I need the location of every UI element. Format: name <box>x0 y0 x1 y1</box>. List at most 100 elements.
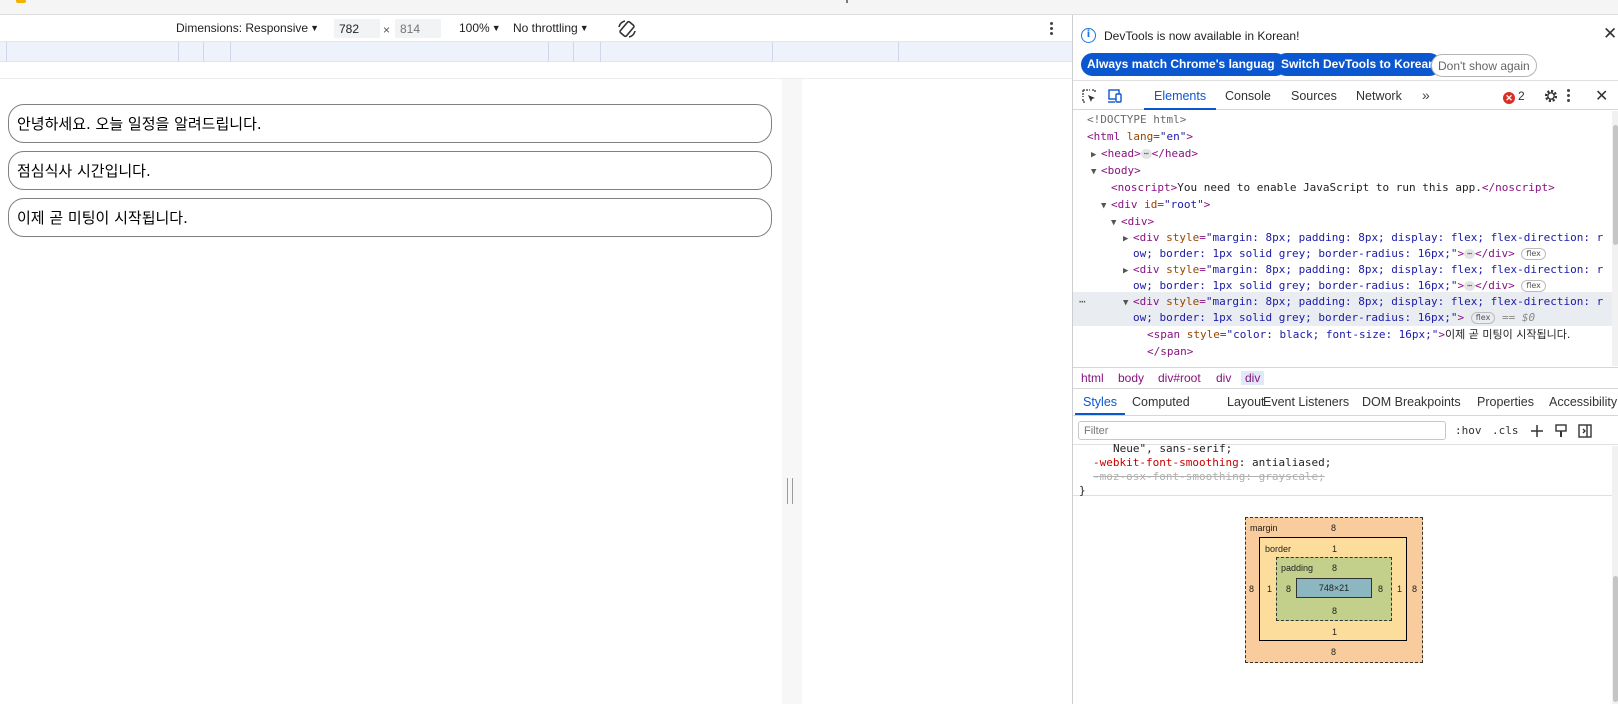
border-right-value[interactable]: 1 <box>1397 584 1402 594</box>
class-toggle[interactable]: .cls <box>1492 424 1519 437</box>
padding-bottom-value[interactable]: 8 <box>1332 606 1337 616</box>
tab-layout[interactable]: Layout <box>1227 395 1265 409</box>
collapse-triangle-icon: ▼ <box>1091 167 1097 177</box>
media-query-bar[interactable] <box>0 42 1072 62</box>
padding-top-value[interactable]: 8 <box>1332 563 1337 573</box>
add-rule-icon[interactable] <box>1529 423 1545 439</box>
error-counter[interactable]: ✕ 2 <box>1503 89 1525 104</box>
caret-down-icon: ▼ <box>579 23 589 33</box>
tab-elements[interactable]: Elements <box>1143 82 1217 110</box>
message-text: 점심식사 시간입니다. <box>17 162 151 180</box>
tab-console[interactable]: Console <box>1225 82 1271 110</box>
tree-line[interactable]: ▶ <head> ⋯ </head> <box>1091 145 1198 162</box>
tab-styles[interactable]: Styles <box>1074 395 1126 415</box>
padding-left-value[interactable]: 8 <box>1286 584 1291 594</box>
throttling-dropdown[interactable]: No throttling ▼ <box>513 21 589 35</box>
border-top-value[interactable]: 1 <box>1332 544 1337 554</box>
browser-window: Dimensions: Responsive▼ × 100%▼ No throt… <box>0 0 1618 704</box>
ruler-strip <box>0 62 1072 79</box>
css-rules-panel: Neue", sans-serif; -webkit-font-smoothin… <box>1073 442 1618 497</box>
tree-line[interactable]: </span> <box>1147 343 1193 360</box>
tab-indicator <box>846 0 848 3</box>
css-declaration-overridden[interactable]: -moz-osx-font-smoothing: grayscale; <box>1093 470 1325 483</box>
message-text: 안녕하세요. 오늘 일정을 알려드립니다. <box>17 115 262 133</box>
zoom-dropdown[interactable]: 100% ▼ <box>459 21 501 35</box>
dont-show-again-button[interactable]: Don't show again <box>1431 54 1537 77</box>
tree-line[interactable]: ▼ <div> <box>1111 213 1154 230</box>
border-left-value[interactable]: 1 <box>1267 584 1272 594</box>
tree-line[interactable]: <html lang="en"> <box>1087 128 1193 145</box>
box-model-content[interactable]: 748×21 <box>1296 578 1372 598</box>
device-toolbar-icon[interactable] <box>1107 88 1123 104</box>
border-bottom-value[interactable]: 1 <box>1332 627 1337 637</box>
message-card: 이제 곧 미팅이 시작됩니다. <box>8 198 772 237</box>
tree-line[interactable]: ▶ <div style="margin: 8px; padding: 8px; … <box>1123 261 1603 278</box>
tab-network[interactable]: Network <box>1356 82 1402 110</box>
more-tabs-icon[interactable]: » <box>1422 87 1430 103</box>
breadcrumb-body[interactable]: body <box>1118 371 1144 385</box>
tree-line[interactable]: <span style="color: black; font-size: 16… <box>1147 326 1570 343</box>
breadcrumb-div[interactable]: div <box>1216 371 1231 385</box>
flex-badge: flex <box>1521 248 1546 260</box>
devtools-tab-bar: Elements Console Sources Network » ✕ 2 ✕ <box>1073 82 1618 110</box>
expand-triangle-icon: ▶ <box>1123 234 1129 244</box>
hover-state-toggle[interactable]: :hov <box>1455 424 1482 437</box>
paint-brush-icon[interactable] <box>1553 423 1569 439</box>
settings-gear-icon[interactable] <box>1543 88 1559 104</box>
css-declaration[interactable]: -webkit-font-smoothing: antialiased; <box>1093 456 1331 469</box>
tree-line[interactable]: ▶ <div style="margin: 8px; padding: 8px; … <box>1123 229 1603 246</box>
close-icon[interactable]: ✕ <box>1603 25 1617 42</box>
flex-badge: flex <box>1521 280 1546 292</box>
times-sign: × <box>383 23 391 37</box>
margin-label: margin <box>1250 523 1278 533</box>
tab-computed[interactable]: Computed <box>1132 395 1190 409</box>
padding-right-value[interactable]: 8 <box>1378 584 1383 594</box>
flex-badge: flex <box>1470 312 1496 324</box>
info-icon: i <box>1081 28 1096 43</box>
width-input[interactable] <box>334 19 380 38</box>
tab-properties[interactable]: Properties <box>1477 395 1534 409</box>
height-input[interactable] <box>395 19 441 38</box>
breadcrumb-html[interactable]: html <box>1081 371 1104 385</box>
breadcrumb-div-selected[interactable]: div <box>1241 371 1265 385</box>
box-model-diagram: 748×21 margin 8 8 8 8 border 1 1 1 1 pad… <box>1245 517 1423 663</box>
margin-left-value[interactable]: 8 <box>1249 584 1254 594</box>
device-toolbar: Dimensions: Responsive▼ × 100%▼ No throt… <box>0 15 1072 42</box>
tree-scrollbar[interactable] <box>1612 111 1618 366</box>
tree-line[interactable]: ▼ <div id="root"> <box>1101 196 1210 213</box>
margin-bottom-value[interactable]: 8 <box>1331 647 1336 657</box>
collapse-triangle-icon: ▼ <box>1123 298 1129 308</box>
expand-triangle-icon: ▶ <box>1123 266 1129 276</box>
inspect-element-icon[interactable] <box>1081 88 1097 104</box>
zoom-label: 100% <box>459 21 490 35</box>
margin-right-value[interactable]: 8 <box>1412 584 1417 594</box>
node-actions-icon[interactable]: ⋯ <box>1079 293 1086 310</box>
close-devtools-icon[interactable]: ✕ <box>1595 86 1608 106</box>
border-label: border <box>1265 544 1292 554</box>
resize-handle[interactable] <box>787 478 793 504</box>
tab-sources[interactable]: Sources <box>1291 82 1337 110</box>
always-match-language-button[interactable]: Always match Chrome's language <box>1081 53 1288 76</box>
padding-label: padding <box>1281 563 1314 573</box>
toggle-sidebar-icon[interactable] <box>1577 423 1593 439</box>
tree-line[interactable]: ▼ <body> <box>1091 162 1141 179</box>
tab-accessibility[interactable]: Accessibility <box>1549 395 1617 409</box>
styles-filter-input[interactable] <box>1078 421 1446 440</box>
tree-line[interactable]: <noscript>You need to enable JavaScript … <box>1111 179 1555 196</box>
rotate-icon[interactable] <box>616 18 638 40</box>
more-options-icon[interactable] <box>1565 88 1571 104</box>
switch-to-korean-button[interactable]: Switch DevTools to Korean <box>1275 53 1442 76</box>
message-card: 점심식사 시간입니다. <box>8 151 772 190</box>
tree-line-selected[interactable]: ▼ <div style="margin: 8px; padding: 8px; … <box>1123 293 1603 310</box>
tree-line[interactable]: <!DOCTYPE html> <box>1087 111 1186 128</box>
tree-line[interactable]: ow; border: 1px solid grey; border-radiu… <box>1133 277 1546 294</box>
dimensions-dropdown[interactable]: Dimensions: Responsive ▼ <box>176 21 319 35</box>
breadcrumb-div-root[interactable]: div#root <box>1158 371 1201 385</box>
more-options-icon[interactable] <box>1044 20 1058 38</box>
tree-line-selected[interactable]: ow; border: 1px solid grey; border-radiu… <box>1133 309 1535 326</box>
tab-dom-breakpoints[interactable]: DOM Breakpoints <box>1362 395 1461 409</box>
tab-event-listeners[interactable]: Event Listeners <box>1263 395 1349 409</box>
styles-scrollbar[interactable] <box>1612 446 1618 704</box>
tree-line[interactable]: ow; border: 1px solid grey; border-radiu… <box>1133 245 1546 262</box>
margin-top-value[interactable]: 8 <box>1331 523 1336 533</box>
